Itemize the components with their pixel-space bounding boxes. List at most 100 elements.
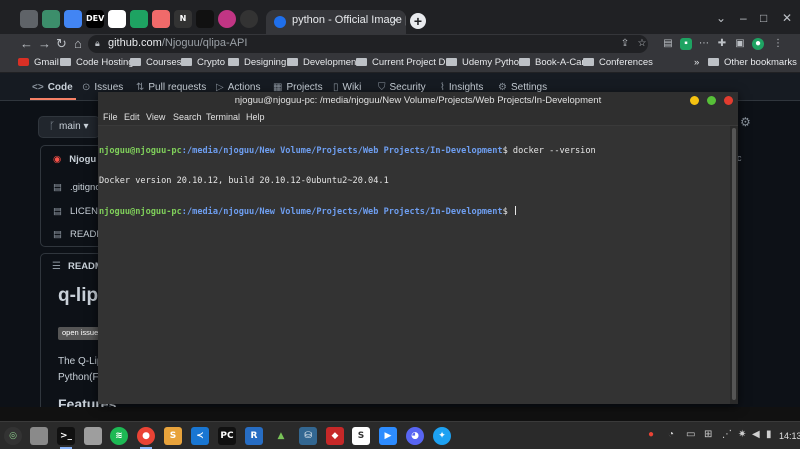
- clock[interactable]: 14:13: [779, 431, 800, 441]
- discord-icon[interactable]: ◕: [406, 427, 424, 445]
- bookmark-folder[interactable]: Udemy Python: [446, 57, 524, 68]
- folder-icon: [519, 58, 530, 66]
- chrome-tray-icon[interactable]: ●: [648, 429, 654, 440]
- new-tab-button[interactable]: +: [410, 13, 426, 29]
- bookmark-folder[interactable]: Book-A-Car: [519, 57, 585, 68]
- bookmark-label: Crypto: [197, 57, 225, 68]
- extension-icon[interactable]: ▪: [680, 38, 692, 50]
- file-icon: ▤: [53, 206, 62, 217]
- desktop-panel: ◎ >_ ≋ ● S ≺ PC R ▲ ⛁ ◆ S ▶ ◕ ✦ ● ◔ ▭ ⊞ …: [0, 421, 800, 449]
- menu-edit[interactable]: Edit: [124, 112, 140, 122]
- bookmark-folder[interactable]: Development: [287, 57, 359, 68]
- tray-icon[interactable]: ▭: [686, 429, 695, 440]
- tray-icon[interactable]: ⊞: [704, 429, 712, 440]
- tab-github-favicon[interactable]: [240, 10, 258, 28]
- maximize-button[interactable]: [707, 96, 716, 105]
- spotify-icon[interactable]: ≋: [110, 427, 128, 445]
- menu-kebab-icon[interactable]: ⋮: [772, 38, 784, 50]
- scrollbar-thumb[interactable]: [732, 128, 736, 400]
- commit-author: Njogu: [69, 154, 97, 165]
- close-tab-icon[interactable]: ✕: [391, 14, 400, 27]
- android-icon[interactable]: ▲: [272, 427, 290, 445]
- profile-avatar[interactable]: ●: [752, 38, 764, 50]
- tab-search-icon[interactable]: ⌄: [716, 11, 726, 25]
- bookmark-star-icon[interactable]: ☆: [636, 38, 648, 50]
- tab-favicon[interactable]: [42, 10, 60, 28]
- bookmark-folder[interactable]: Courses: [130, 57, 181, 68]
- terminal-icon[interactable]: >_: [57, 427, 75, 449]
- tab-favicon[interactable]: [218, 10, 236, 28]
- wifi-icon[interactable]: ✷: [738, 429, 746, 440]
- terminal-output[interactable]: njoguu@njoguu-pc:/media/njoguu/New Volum…: [98, 126, 730, 404]
- tab-notion-favicon[interactable]: N: [174, 10, 192, 28]
- tab-favicon[interactable]: [152, 10, 170, 28]
- tab-github-favicon[interactable]: [108, 10, 126, 28]
- close-button[interactable]: [724, 96, 733, 105]
- menu-view[interactable]: View: [146, 112, 165, 122]
- menu-search[interactable]: Search: [173, 112, 202, 122]
- chrome-icon[interactable]: ●: [137, 427, 155, 449]
- menu-help[interactable]: Help: [246, 112, 265, 122]
- menu-file[interactable]: File: [103, 112, 118, 122]
- bookmark-folder[interactable]: Designing: [228, 57, 286, 68]
- zoom-icon[interactable]: ▶: [379, 427, 397, 445]
- folder-icon: [583, 58, 594, 66]
- terminal-titlebar[interactable]: njoguu@njoguu-pc: /media/njoguu/New Volu…: [98, 92, 738, 110]
- tab-docs-favicon[interactable]: [64, 10, 82, 28]
- battery-icon[interactable]: ▮: [766, 429, 772, 440]
- minimize-button[interactable]: [690, 96, 699, 105]
- tab-favicon[interactable]: [20, 10, 38, 28]
- bookmark-folder[interactable]: Current Project D...: [356, 57, 453, 68]
- other-bookmarks[interactable]: Other bookmarks: [708, 57, 797, 68]
- tab-code[interactable]: <> Code: [32, 82, 73, 93]
- bookmark-folder[interactable]: Crypto: [181, 57, 225, 68]
- prompt-user: njoguu@njoguu-pc: [99, 146, 182, 156]
- bookmarks-overflow-icon[interactable]: »: [694, 57, 699, 68]
- rstudio-icon[interactable]: R: [245, 427, 263, 445]
- side-panel-icon[interactable]: ▣: [734, 38, 746, 50]
- about-settings-gear-icon[interactable]: ⚙: [740, 115, 751, 129]
- tab-chat-favicon[interactable]: [130, 10, 148, 28]
- list-icon[interactable]: ☰: [52, 261, 61, 272]
- menu-terminal[interactable]: Terminal: [206, 112, 240, 122]
- extension-icon[interactable]: ▤: [662, 38, 674, 50]
- gmail-icon: [18, 58, 29, 66]
- show-desktop-icon[interactable]: [30, 427, 48, 445]
- twitter-icon[interactable]: ✦: [433, 427, 451, 445]
- minimize-icon[interactable]: –: [740, 11, 747, 25]
- bookmark-folder[interactable]: Code Hosting: [60, 57, 134, 68]
- mint-menu-icon[interactable]: ◎: [4, 427, 22, 445]
- vscode-icon[interactable]: ≺: [191, 427, 209, 445]
- share-icon[interactable]: ⇪: [619, 38, 631, 50]
- latest-commit-row[interactable]: ◉ Njogu: [53, 154, 96, 165]
- bookmarks-bar: Gmail Code Hosting Courses Crypto Design…: [0, 54, 800, 73]
- back-arrow-icon[interactable]: ←: [20, 37, 33, 51]
- network-icon[interactable]: ⋰: [722, 429, 732, 440]
- tab-label: Code: [47, 82, 73, 93]
- tab-dev-favicon[interactable]: DEV: [86, 10, 104, 28]
- slack-icon[interactable]: S: [352, 427, 370, 445]
- forward-arrow-icon[interactable]: →: [38, 37, 51, 51]
- bookmark-label: Development: [303, 57, 359, 68]
- extension-icon[interactable]: ⋯: [698, 38, 710, 50]
- app-icon[interactable]: ◆: [326, 427, 344, 445]
- tab-active-docker[interactable]: python - Official Image | Dock ✕: [266, 10, 406, 34]
- volume-icon[interactable]: ◀: [752, 429, 760, 440]
- reload-icon[interactable]: ↻: [56, 37, 67, 51]
- postgres-icon[interactable]: ⛁: [299, 427, 317, 445]
- pycharm-icon[interactable]: PC: [218, 427, 236, 445]
- url-path: /Njoguu/qlipa-API: [161, 37, 248, 49]
- tab-favicon[interactable]: [196, 10, 214, 28]
- terminal-scrollbar[interactable]: [730, 126, 738, 404]
- branch-selector[interactable]: ᚴ main ▾: [38, 116, 100, 138]
- files-icon[interactable]: [84, 427, 102, 445]
- bookmark-gmail[interactable]: Gmail: [18, 57, 59, 68]
- home-icon[interactable]: ⌂: [74, 37, 82, 51]
- bookmark-folder[interactable]: Conferences: [583, 57, 653, 68]
- tray-icon[interactable]: ◔: [668, 429, 674, 440]
- maximize-icon[interactable]: □: [760, 11, 767, 25]
- extensions-puzzle-icon[interactable]: ✚: [716, 38, 728, 50]
- close-window-icon[interactable]: ✕: [782, 11, 792, 25]
- sublime-icon[interactable]: S: [164, 427, 182, 445]
- address-bar[interactable]: 🔒︎ github.com/Njoguu/qlipa-API: [88, 35, 648, 53]
